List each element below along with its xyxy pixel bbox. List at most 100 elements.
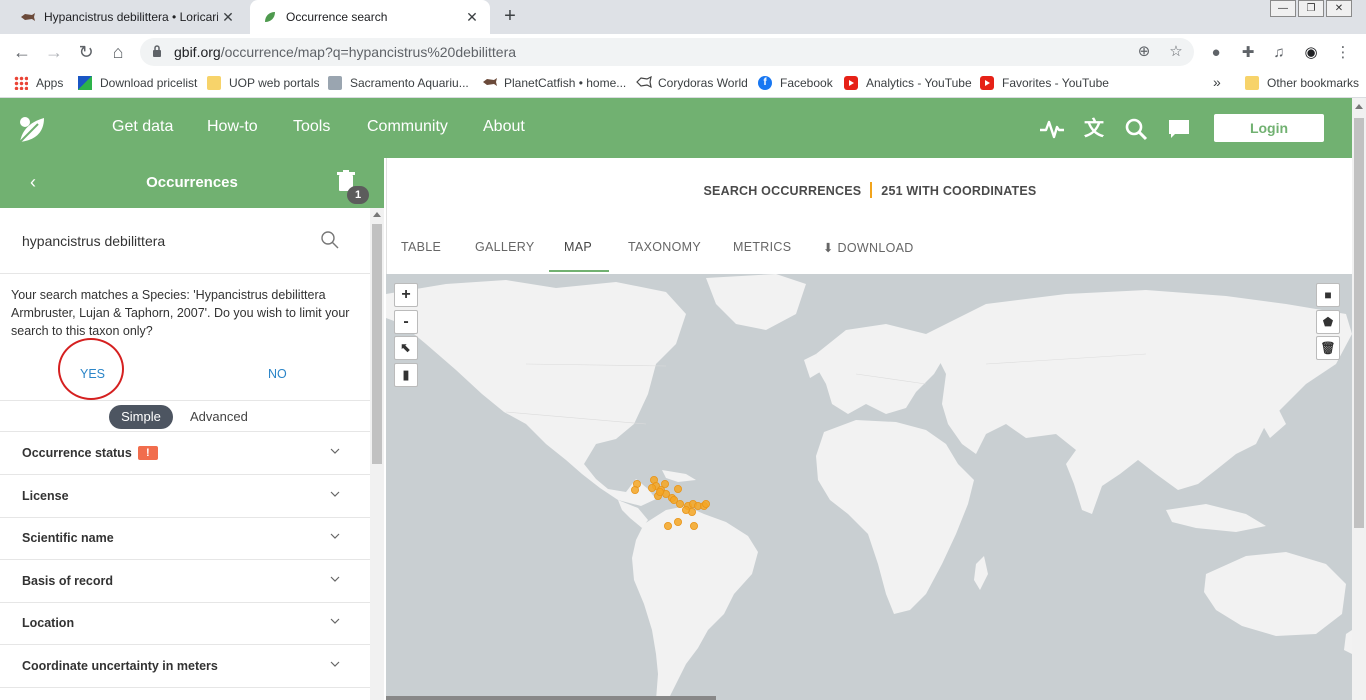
- occurrence-summary: SEARCH OCCURRENCES 251 WITH COORDINATES: [387, 182, 1353, 198]
- bookmark-other-bookmarks[interactable]: Other bookmarks: [1245, 76, 1359, 90]
- occurrence-marker[interactable]: [701, 499, 710, 508]
- tab-gallery[interactable]: GALLERY: [475, 240, 535, 254]
- bookmark-label: PlanetCatfish • home...: [504, 76, 627, 90]
- page-scrollbar[interactable]: [1352, 98, 1366, 700]
- browser-tab-active[interactable]: Occurrence search ✕: [250, 0, 490, 34]
- occurrences-panel-header: ‹ Occurrences 1: [0, 158, 384, 208]
- filter-occurrence-status[interactable]: Occurrence status!: [0, 432, 370, 475]
- occurrence-marker[interactable]: [663, 521, 672, 530]
- occurrence-marker[interactable]: [655, 487, 664, 496]
- aquarium-icon: [328, 76, 342, 90]
- zoom-in-button[interactable]: +: [394, 283, 418, 307]
- advanced-mode-button[interactable]: Advanced: [190, 409, 248, 424]
- occurrence-marker[interactable]: [647, 483, 656, 492]
- profile-icon[interactable]: ◉: [1300, 42, 1322, 64]
- tab-map[interactable]: MAP: [564, 240, 592, 254]
- occurrence-map[interactable]: + - ⬉ ▮ ■ ⬟ 🗑: [386, 274, 1352, 700]
- minimize-icon[interactable]: —: [1270, 0, 1296, 17]
- draw-polygon-icon[interactable]: ⬟: [1316, 310, 1340, 334]
- extensions-puzzle-icon[interactable]: ✚: [1237, 42, 1259, 64]
- bookmark-analytics-youtube[interactable]: Analytics - YouTube: [844, 76, 972, 90]
- scroll-up-arrow-icon[interactable]: [1355, 104, 1363, 109]
- tab-metrics[interactable]: METRICS: [733, 240, 791, 254]
- search-input[interactable]: hypancistrus debilittera: [22, 233, 165, 249]
- select-pointer-icon[interactable]: ⬉: [394, 336, 418, 360]
- nav-get-data[interactable]: Get data: [112, 118, 173, 136]
- gbif-logo-icon[interactable]: [16, 112, 50, 146]
- map-horizontal-scrollbar[interactable]: [386, 696, 716, 700]
- occurrence-marker[interactable]: [660, 479, 669, 488]
- home-icon[interactable]: ⌂: [106, 40, 130, 64]
- bookmark-star-icon[interactable]: ☆: [1166, 42, 1186, 62]
- tab-close-icon[interactable]: ✕: [218, 9, 238, 26]
- filter-label-wrap: Occurrence status!: [22, 446, 158, 460]
- bookmark-apps[interactable]: Apps: [14, 76, 63, 90]
- bookmark-corydoras-world[interactable]: Corydoras World: [636, 75, 748, 90]
- bookmark-label: Other bookmarks: [1267, 76, 1360, 90]
- browser-tab-inactive[interactable]: Hypancistrus debilittera • Loricariida ✕: [8, 0, 246, 34]
- scroll-thumb[interactable]: [1354, 118, 1364, 528]
- lock-icon: [153, 45, 161, 57]
- tab-title: Occurrence search: [286, 10, 388, 24]
- bookmark-planetcatfish[interactable]: PlanetCatfish • home...: [482, 76, 626, 90]
- tab-close-icon[interactable]: ✕: [462, 9, 482, 26]
- translate-icon[interactable]: 文: [1080, 115, 1108, 143]
- draw-rectangle-icon[interactable]: ■: [1316, 283, 1340, 307]
- bookmark-label: Sacramento Aquariu...: [350, 76, 469, 90]
- bookmark-uop-web-portals[interactable]: UOP web portals: [207, 76, 320, 90]
- bookmark-favorites-youtube[interactable]: Favorites - YouTube: [980, 76, 1109, 90]
- feedback-icon[interactable]: [1165, 115, 1193, 143]
- folder-icon: [207, 76, 221, 90]
- filter-scientific-name[interactable]: Scientific name: [0, 517, 370, 560]
- new-tab-button[interactable]: +: [498, 5, 522, 29]
- occurrence-marker[interactable]: [630, 485, 639, 494]
- bookmark-download-pricelist[interactable]: Download pricelist: [78, 76, 197, 90]
- back-icon[interactable]: ←: [10, 40, 34, 64]
- no-button[interactable]: NO: [268, 367, 287, 381]
- bookmark-label: Facebook: [780, 76, 833, 90]
- extension-circle-icon[interactable]: ●: [1205, 42, 1227, 64]
- bookmark-sacramento-aquarium[interactable]: Sacramento Aquariu...: [328, 76, 469, 90]
- tab-taxonomy[interactable]: TAXONOMY: [628, 240, 701, 254]
- menu-kebab-icon[interactable]: ⋮: [1332, 42, 1354, 64]
- restore-icon[interactable]: ❐: [1298, 0, 1324, 17]
- nav-how-to[interactable]: How-to: [207, 118, 258, 136]
- delete-shape-icon[interactable]: 🗑: [1316, 336, 1340, 360]
- paint-style-icon[interactable]: ▮: [394, 363, 418, 387]
- nav-about[interactable]: About: [483, 118, 525, 136]
- filter-license[interactable]: License: [0, 475, 370, 518]
- catfish-favicon-icon: [20, 9, 36, 25]
- occurrence-marker[interactable]: [675, 499, 684, 508]
- browser-toolbar: ← → ↻ ⌂ gbif.org/occurrence/map?q=hypanc…: [0, 34, 1366, 70]
- more-bookmarks-button[interactable]: »: [1213, 74, 1221, 90]
- occurrence-marker[interactable]: [673, 484, 682, 493]
- zoom-out-button[interactable]: -: [394, 310, 418, 334]
- close-window-icon[interactable]: ✕: [1326, 0, 1352, 17]
- scroll-thumb[interactable]: [372, 224, 382, 464]
- panel-scrollbar[interactable]: [370, 208, 384, 700]
- nav-community[interactable]: Community: [367, 118, 448, 136]
- simple-mode-button[interactable]: Simple: [109, 405, 173, 429]
- occurrence-marker[interactable]: [681, 505, 690, 514]
- search-icon[interactable]: [1122, 115, 1150, 143]
- yes-button[interactable]: YES: [80, 367, 105, 381]
- occurrence-marker[interactable]: [673, 517, 682, 526]
- bookmark-facebook[interactable]: f Facebook: [758, 76, 833, 90]
- nav-tools[interactable]: Tools: [293, 118, 330, 136]
- login-button[interactable]: Login: [1214, 114, 1324, 142]
- filter-location[interactable]: Location: [0, 602, 370, 645]
- forward-icon[interactable]: →: [42, 40, 66, 64]
- tab-download[interactable]: ⬇ DOWNLOAD: [823, 240, 914, 255]
- tab-table[interactable]: TABLE: [401, 240, 441, 254]
- reload-icon[interactable]: ↻: [74, 40, 98, 64]
- search-icon[interactable]: [320, 230, 340, 250]
- activity-icon[interactable]: [1038, 115, 1066, 143]
- zoom-icon[interactable]: ⊕: [1134, 42, 1154, 62]
- media-control-icon[interactable]: ♫: [1268, 42, 1290, 64]
- youtube-icon: [980, 76, 994, 90]
- occurrence-marker[interactable]: [689, 521, 698, 530]
- address-bar[interactable]: gbif.org/occurrence/map?q=hypancistrus%2…: [140, 38, 1194, 66]
- filter-basis-of-record[interactable]: Basis of record: [0, 560, 370, 603]
- scroll-up-arrow-icon[interactable]: [373, 212, 381, 217]
- filter-coordinate-uncertainty[interactable]: Coordinate uncertainty in meters: [0, 645, 370, 688]
